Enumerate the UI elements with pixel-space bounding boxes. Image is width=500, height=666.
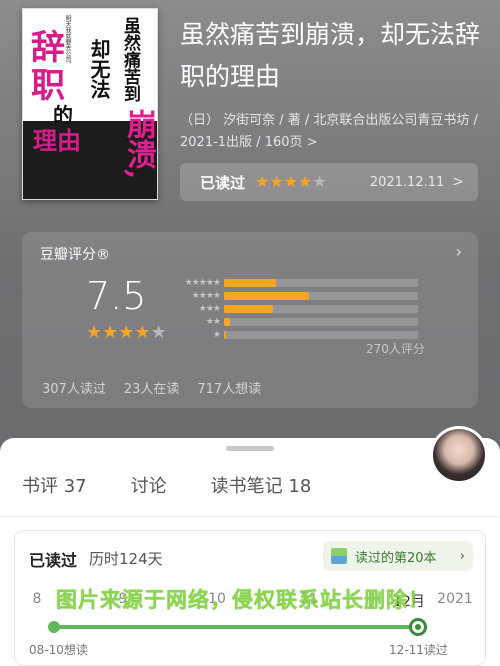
- stat-read[interactable]: 307人读过: [42, 378, 106, 397]
- rating-stars: ★ ★ ★ ★ ★: [86, 324, 167, 342]
- distribution-row: ★★★: [172, 302, 442, 315]
- star-icon: ★: [150, 322, 167, 343]
- rating-score: 7.5: [86, 274, 147, 318]
- row-stars-label: ★★★★: [191, 290, 221, 301]
- cover-vertical-title: 却无法: [87, 39, 111, 99]
- timeline-duration: 历时124天: [89, 550, 163, 568]
- distribution-track: [224, 304, 418, 313]
- cover-vertical-title: 崩溃,: [121, 109, 156, 180]
- book-stack-icon: [331, 548, 347, 564]
- star-icon: ★: [86, 322, 103, 343]
- badge-label: 读过的第20本: [355, 550, 437, 566]
- row-stars-label: ★★★: [198, 303, 221, 314]
- read-status-label: 已读过: [200, 173, 246, 192]
- timeline-status: 已读过: [29, 551, 78, 570]
- reader-stats: 307人读过 23人在读 717人想读: [42, 378, 261, 397]
- star-icon: ★: [134, 322, 151, 343]
- read-status-bar[interactable]: 已读过 ★ ★ ★ ★ ★ 2021.12.11 >: [180, 163, 478, 201]
- chevron-right-icon: >: [452, 174, 464, 190]
- tab-notes[interactable]: 读书笔记 18: [211, 472, 312, 498]
- star-icon: ★: [312, 172, 327, 191]
- timeline-track: [53, 625, 417, 629]
- distribution-track: [224, 278, 418, 287]
- tab-discussion[interactable]: 讨论: [131, 472, 167, 498]
- watermark-text: 图片来源于网络，侵权联系站长删除！: [56, 588, 430, 612]
- distribution-row: ★★★★: [172, 289, 442, 302]
- distribution-row: ★★: [172, 315, 442, 328]
- cover-vertical-title: 虽然痛苦到: [120, 17, 140, 102]
- book-title: 虽然痛苦到崩溃，却无法辞职的理由: [180, 20, 481, 91]
- axis-label: 8: [32, 591, 42, 607]
- star-icon: ★: [255, 172, 270, 191]
- distribution-row: ★★★★★: [172, 276, 442, 289]
- bottom-sheet: 书评 37 讨论 读书笔记 18 已读过 历时124天 读过的第20本 › 8 …: [0, 426, 500, 666]
- timeline-end-label: 12-11读过: [389, 643, 448, 657]
- row-stars-label: ★★: [205, 316, 221, 327]
- axis-label: 2021: [437, 591, 473, 607]
- timeline-start-marker: [48, 621, 60, 633]
- distribution-track: [224, 330, 418, 339]
- distribution-fill: [224, 317, 230, 326]
- cover-char: 的: [53, 103, 73, 127]
- cover-char: 职: [31, 66, 65, 106]
- distribution-fill: [224, 304, 273, 313]
- tab-reviews[interactable]: 书评 37: [22, 472, 87, 498]
- distribution-track: [224, 317, 418, 326]
- cover-char: 辞: [31, 28, 65, 68]
- read-count-badge[interactable]: 读过的第20本 ›: [323, 541, 473, 571]
- star-icon: ★: [298, 172, 313, 191]
- stat-want[interactable]: 717人想读: [197, 378, 261, 397]
- distribution-fill: [224, 330, 226, 339]
- divider: [0, 516, 500, 517]
- timeline-start-label: 08-10想读: [29, 643, 88, 657]
- star-icon: ★: [102, 322, 119, 343]
- read-date: 2021.12.11: [369, 174, 445, 190]
- row-stars-label: ★: [212, 329, 221, 340]
- avatar[interactable]: [430, 426, 488, 484]
- my-rating-stars: ★ ★ ★ ★ ★: [255, 174, 327, 190]
- cover-char: 理由: [33, 126, 81, 155]
- chevron-right-icon: ›: [459, 548, 465, 564]
- cover-subtitle: 明天我就要去公司: [64, 15, 71, 63]
- star-icon: ★: [283, 172, 299, 191]
- star-icon: ★: [118, 322, 135, 343]
- rating-title: 豆瓣评分®: [40, 247, 110, 263]
- row-stars-label: ★★★★★: [184, 277, 221, 288]
- rating-count: 270人评分: [366, 342, 425, 356]
- distribution-fill: [224, 278, 277, 287]
- distribution-track: [224, 291, 418, 300]
- drag-handle[interactable]: [226, 446, 274, 451]
- stat-reading[interactable]: 23人在读: [124, 378, 180, 397]
- book-meta[interactable]: （日） 汐街可奈 / 著 / 北京联合出版公司青豆书坊 / 2021-1出版 /…: [180, 110, 480, 154]
- chevron-right-icon[interactable]: ›: [456, 242, 462, 261]
- book-cover[interactable]: 辞 职 的 理由 却无法 虽然痛苦到 崩溃, 明天我就要去公司: [22, 8, 158, 200]
- star-icon: ★: [269, 172, 284, 191]
- rating-card[interactable]: 豆瓣评分® › 7.5 ★ ★ ★ ★ ★ ★★★★★ ★★★★ ★★★ ★★ ★ 270人评分…: [22, 232, 478, 408]
- distribution-fill: [224, 291, 310, 300]
- tab-bar: 书评 37 讨论 读书笔记 18: [22, 472, 311, 498]
- timeline-end-marker: [409, 618, 427, 636]
- rating-distribution: ★★★★★ ★★★★ ★★★ ★★ ★: [172, 276, 442, 341]
